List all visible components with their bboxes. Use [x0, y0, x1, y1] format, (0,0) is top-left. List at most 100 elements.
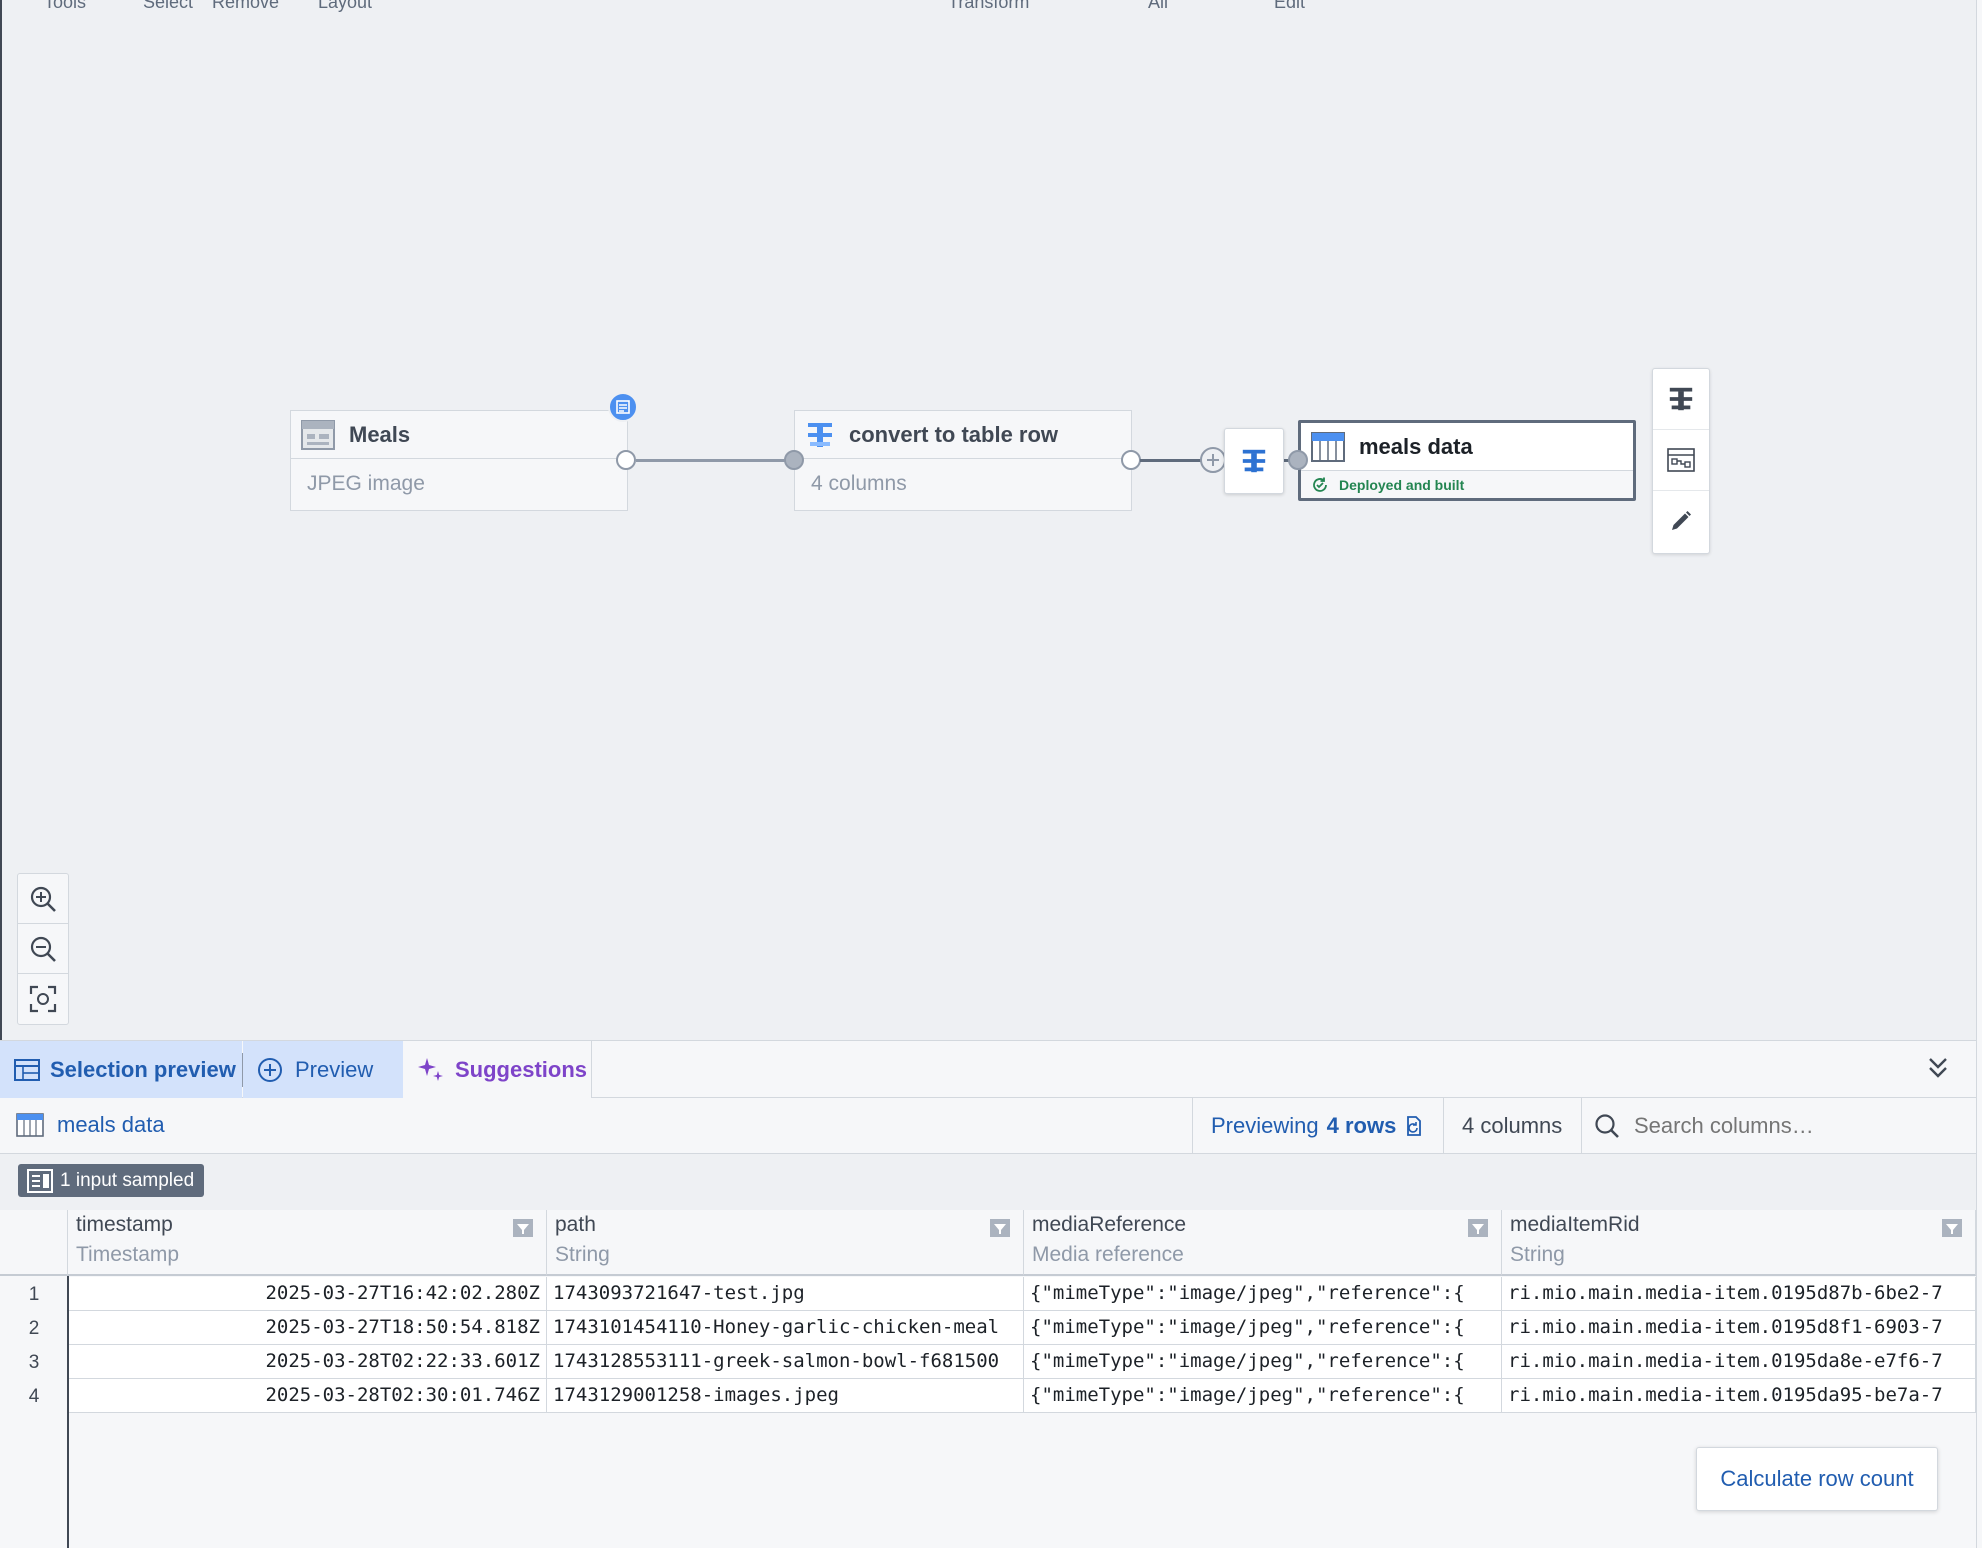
- sample-table-icon: [26, 1168, 54, 1194]
- transform-quick-button[interactable]: [1224, 428, 1284, 494]
- node-convert-to-table-row[interactable]: convert to table row 4 columns: [794, 410, 1132, 511]
- search-icon: [1594, 1113, 1620, 1139]
- tab-label: Suggestions: [455, 1056, 588, 1082]
- table-icon: [14, 1058, 40, 1081]
- row-number: 2: [28, 1318, 40, 1339]
- table-cell-path[interactable]: 1743129001258-images.jpeg: [547, 1379, 1024, 1413]
- table-cell-timestamp[interactable]: 2025-03-27T16:42:02.280Z: [69, 1277, 547, 1311]
- input-sampled-badge[interactable]: 1 input sampled: [18, 1164, 205, 1197]
- node-title: convert to table row: [849, 421, 1059, 447]
- node-subtitle: JPEG image: [307, 472, 425, 495]
- toolbar-label-select[interactable]: Select: [143, 0, 193, 13]
- sample-badge-label: 1 input sampled: [60, 1169, 195, 1191]
- column-name: mediaItemRid: [1510, 1213, 1640, 1236]
- node-title: meals data: [1359, 433, 1473, 459]
- double-chevron-down-icon: [1926, 1055, 1950, 1081]
- table-cell-path[interactable]: 1743128553111-greek-salmon-bowl-f681500: [547, 1345, 1024, 1379]
- table-cell-timestamp[interactable]: 2025-03-27T18:50:54.818Z: [69, 1311, 547, 1345]
- transform-icon: [1240, 446, 1268, 476]
- filter-icon[interactable]: [1941, 1218, 1963, 1238]
- tab-selection-preview[interactable]: Selection preview: [0, 1041, 242, 1098]
- canvas-left-border: [0, 0, 2, 1040]
- node-meals-data[interactable]: meals data Deployed and built: [1298, 420, 1636, 501]
- fit-screen-icon: [29, 985, 57, 1013]
- input-port[interactable]: [1288, 450, 1308, 470]
- input-port[interactable]: [784, 450, 804, 470]
- table-cell-path[interactable]: 1743093721647-test.jpg: [547, 1277, 1024, 1311]
- toolbar-label-edit[interactable]: Edit: [1274, 0, 1305, 13]
- lineage-icon: [1667, 448, 1695, 472]
- filter-icon[interactable]: [989, 1218, 1011, 1238]
- toolbar-label-all[interactable]: All: [1148, 0, 1168, 13]
- previewing-label: Previewing: [1211, 1112, 1319, 1138]
- output-port[interactable]: [616, 450, 636, 470]
- table-icon: [1311, 431, 1345, 462]
- edit-button[interactable]: [1653, 491, 1709, 551]
- calculate-row-count-button[interactable]: Calculate row count: [1696, 1447, 1938, 1511]
- table-cell-mediareference[interactable]: {"mimeType":"image/jpeg","reference":{: [1024, 1379, 1502, 1413]
- column-type: Timestamp: [76, 1243, 180, 1266]
- dataset-name[interactable]: meals data: [57, 1112, 165, 1138]
- add-transform-button[interactable]: [1653, 369, 1709, 430]
- table-cell-mediaitemrid[interactable]: ri.mio.main.media-item.0195d87b-6be2-7: [1502, 1277, 1976, 1311]
- table-cell-mediaitemrid[interactable]: ri.mio.main.media-item.0195d8f1-6903-7: [1502, 1311, 1976, 1345]
- transform-icon: [1667, 385, 1695, 413]
- column-name: mediaReference: [1032, 1213, 1187, 1236]
- column-count: 4 columns: [1443, 1098, 1581, 1153]
- row-number: 1: [28, 1284, 40, 1305]
- node-action-toolbar: [1652, 368, 1710, 554]
- node-status: Deployed and built: [1301, 471, 1633, 498]
- output-port[interactable]: [1121, 450, 1141, 470]
- tab-preview[interactable]: Preview: [243, 1041, 403, 1098]
- node-meals[interactable]: Meals JPEG image: [290, 410, 628, 511]
- add-node-icon[interactable]: [1200, 447, 1226, 473]
- column-type: String: [1510, 1243, 1565, 1266]
- table-cell-mediaitemrid[interactable]: ri.mio.main.media-item.0195da8e-e7f6-7: [1502, 1345, 1976, 1379]
- column-header-timestamp[interactable]: timestamp Timestamp: [68, 1210, 547, 1276]
- column-header-path[interactable]: path String: [547, 1210, 1024, 1276]
- column-type: Media reference: [1032, 1243, 1184, 1266]
- tab-label: Preview: [295, 1056, 374, 1082]
- table-cell-mediaitemrid[interactable]: ri.mio.main.media-item.0195da95-be7a-7: [1502, 1379, 1976, 1413]
- zoom-out-button[interactable]: [18, 924, 68, 974]
- table-cell-mediareference[interactable]: {"mimeType":"image/jpeg","reference":{: [1024, 1311, 1502, 1345]
- lineage-button[interactable]: [1653, 430, 1709, 491]
- scrollbar-track[interactable]: [1976, 0, 1982, 1548]
- column-type: String: [555, 1243, 610, 1266]
- zoom-controls: [17, 873, 69, 1025]
- table-cell-path[interactable]: 1743101454110-Honey-garlic-chicken-meal: [547, 1311, 1024, 1345]
- pencil-icon: [1669, 509, 1693, 533]
- toolbar-label-transform[interactable]: Transform: [948, 0, 1029, 13]
- table-cell-mediareference[interactable]: {"mimeType":"image/jpeg","reference":{: [1024, 1277, 1502, 1311]
- previewing-rows[interactable]: Previewing 4 rows: [1192, 1098, 1443, 1153]
- table-cell-timestamp[interactable]: 2025-03-28T02:30:01.746Z: [69, 1379, 547, 1413]
- zoom-out-icon: [29, 935, 57, 963]
- refresh-check-icon: [1311, 476, 1329, 494]
- preview-info-bar: meals data Previewing 4 rows 4 columns: [0, 1098, 1982, 1154]
- status-text: Deployed and built: [1339, 476, 1465, 493]
- toolbar-label-remove[interactable]: Remove: [212, 0, 279, 13]
- tab-suggestions[interactable]: Suggestions: [403, 1041, 592, 1098]
- table-cell-mediareference[interactable]: {"mimeType":"image/jpeg","reference":{: [1024, 1345, 1502, 1379]
- collapse-panel-button[interactable]: [1926, 1055, 1950, 1081]
- filter-icon[interactable]: [1467, 1218, 1489, 1238]
- search-columns[interactable]: [1581, 1098, 1982, 1153]
- zoom-in-button[interactable]: [18, 874, 68, 924]
- toolbar-label-layout[interactable]: Layout: [318, 0, 372, 13]
- edge: [636, 459, 794, 462]
- sample-indicator-icon[interactable]: [608, 392, 638, 422]
- transform-icon: [805, 420, 835, 450]
- column-header-mediaitemrid[interactable]: mediaItemRid String: [1502, 1210, 1976, 1276]
- refresh-icon: [1404, 1115, 1424, 1137]
- toolbar-label-tools[interactable]: Tools: [44, 0, 86, 13]
- node-subtitle: 4 columns: [811, 472, 907, 495]
- row-number: 4: [28, 1386, 40, 1407]
- zoom-in-icon: [29, 885, 57, 913]
- fit-screen-button[interactable]: [18, 974, 68, 1023]
- table-cell-timestamp[interactable]: 2025-03-28T02:22:33.601Z: [69, 1345, 547, 1379]
- search-columns-input[interactable]: [1632, 1111, 1966, 1140]
- filter-icon[interactable]: [512, 1218, 534, 1238]
- column-header-mediareference[interactable]: mediaReference Media reference: [1024, 1210, 1502, 1276]
- table-icon: [16, 1113, 44, 1137]
- bottom-tab-bar: Selection preview Preview Suggestions: [0, 1040, 1982, 1098]
